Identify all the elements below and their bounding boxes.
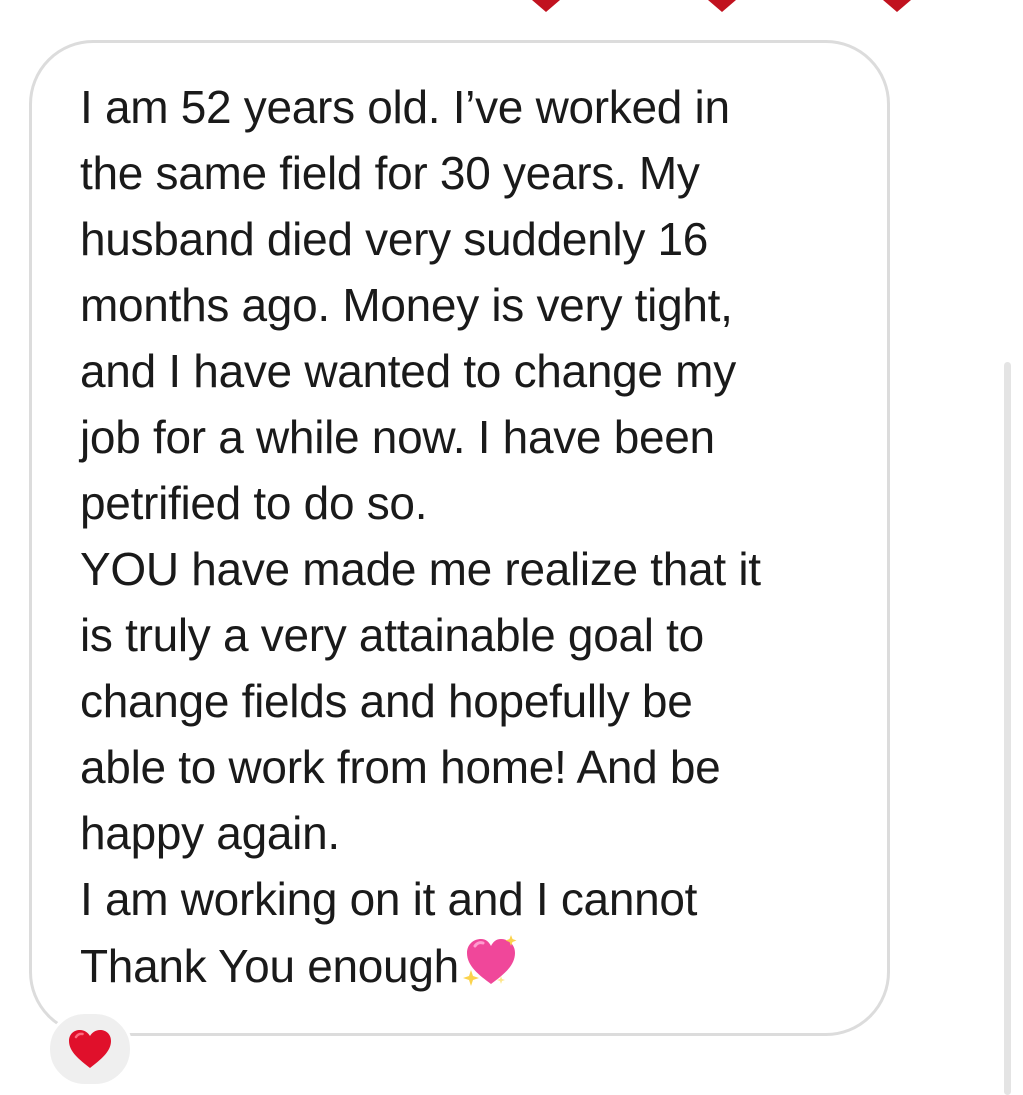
message-line: is truly a very attainable goal to — [80, 609, 704, 661]
heart-icon — [708, 0, 736, 12]
scrollbar[interactable] — [1004, 362, 1011, 1095]
page: I am 52 years old. I’ve worked in the sa… — [0, 0, 1023, 1095]
message-line: able to work from home! And be — [80, 741, 721, 793]
message-line: husband died very suddenly 16 — [80, 213, 709, 265]
message-line-text: Thank You enough — [80, 940, 459, 992]
sparkling-heart-icon — [462, 935, 517, 986]
message-text: I am 52 years old. I’ve worked in the sa… — [80, 74, 870, 998]
message-line: I am working on it and I cannot — [80, 873, 698, 925]
heart-icon — [532, 0, 560, 12]
message-line: YOU have made me realize that it — [80, 543, 761, 595]
message-line: months ago. Money is very tight, — [80, 279, 733, 331]
red-heart-icon — [69, 1030, 111, 1068]
message-line: the same field for 30 years. My — [80, 147, 700, 199]
message-line: job for a while now. I have been — [80, 411, 715, 463]
previous-message-reactions — [0, 0, 1023, 20]
message-line: and I have wanted to change my — [80, 345, 736, 397]
message-line: petrified to do so. — [80, 477, 428, 529]
message-line: happy again. — [80, 807, 340, 859]
message-line-last: Thank You enough — [80, 932, 870, 998]
message-line: change fields and hopefully be — [80, 675, 693, 727]
message-line: I am 52 years old. I’ve worked in — [80, 81, 730, 133]
heart-icon — [883, 0, 911, 12]
reaction-badge[interactable] — [47, 1011, 133, 1087]
